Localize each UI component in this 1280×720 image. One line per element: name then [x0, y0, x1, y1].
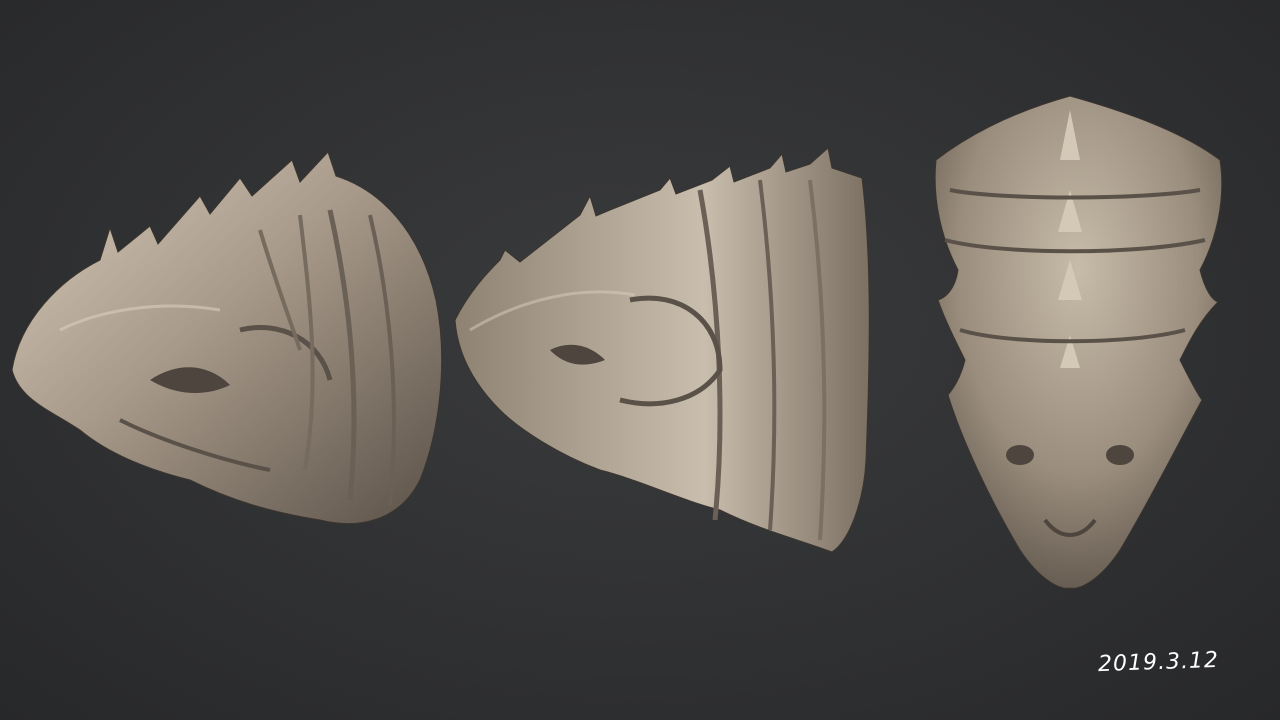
eye-socket-top-left — [1006, 445, 1034, 465]
right-side-view — [454, 147, 870, 553]
eye-socket-top-right — [1106, 445, 1134, 465]
sculpt-renders — [11, 95, 1223, 589]
top-view — [934, 95, 1223, 589]
viewport-canvas: 2019.3.12 — [0, 0, 1280, 720]
handwritten-date-signature: 2019.3.12 — [1097, 647, 1220, 678]
creature-head-right — [454, 147, 870, 553]
creature-head-left — [11, 151, 443, 525]
left-side-view — [11, 151, 443, 525]
